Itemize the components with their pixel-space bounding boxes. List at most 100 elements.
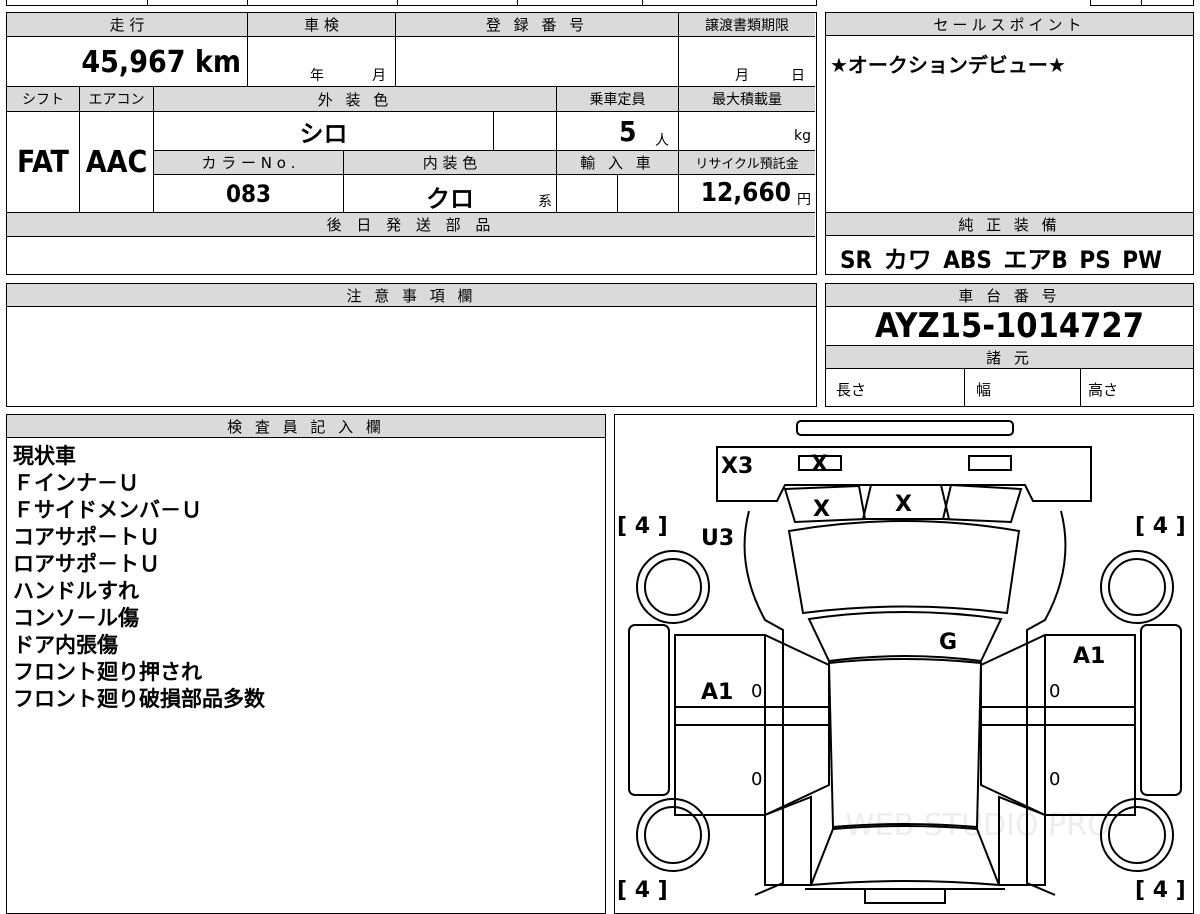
inspector-note: コアサポ－トＵ	[13, 525, 160, 549]
top-strip	[6, 0, 817, 6]
exterior-color-cell: シロ	[154, 112, 494, 151]
import-cell-b	[618, 175, 679, 213]
inspector-note: フロント廻り押され	[13, 660, 202, 684]
body-left	[743, 510, 784, 896]
damage-diagram-box: X3 X X X U3 G A1 A1 0 0 0 0 [ 4 ] [ 4 ] …	[614, 414, 1194, 914]
roof	[827, 658, 983, 829]
tire-rear-left-label: [ 4 ]	[617, 878, 668, 903]
shaken-label: 車 検	[248, 13, 396, 37]
car-diagram: X3 X X X U3 G A1 A1 0 0 0 0 [ 4 ] [ 4 ] …	[617, 420, 1186, 904]
transfer-deadline-cell: 月 日	[679, 37, 815, 87]
shaken-cell: 年 月	[248, 37, 396, 87]
chassis-number: AYZ15-1014727	[875, 306, 1144, 346]
inspector-note: ドア内張傷	[13, 633, 118, 657]
shift-cell: FAT	[7, 112, 80, 213]
mark-x3: X3	[721, 454, 753, 479]
height-label: 高さ	[1088, 381, 1119, 399]
shift-value: FAT	[17, 144, 69, 180]
recycle-cell: 12,660 円	[679, 175, 815, 213]
notes-label: 注 意 事 項 欄	[7, 284, 816, 307]
mark-zero: 0	[751, 681, 762, 702]
chassis-box: 車 台 番 号 AYZ15-1014727 諸 元 長さ 幅 高さ	[825, 283, 1194, 407]
import-cell-a	[557, 175, 618, 213]
registration-label: 登 録 番 号	[396, 13, 679, 37]
transfer-deadline-label: 譲渡書類期限	[679, 13, 815, 37]
roof-strip	[796, 420, 1014, 436]
sales-point-label: セールスポイント	[826, 13, 1193, 36]
mark-zero: 0	[1049, 681, 1060, 702]
ac-label: エアコン	[80, 87, 154, 112]
inspector-note: Ｆインナ－Ｕ	[13, 471, 139, 495]
windshield	[807, 611, 1003, 663]
front-door-right	[980, 634, 1136, 726]
rear-lamp	[864, 888, 946, 904]
tire-rear-right-label: [ 4 ]	[1135, 878, 1186, 903]
inspector-label: 検 査 員 記 入 欄	[7, 415, 605, 438]
mark-u3: U3	[701, 526, 734, 551]
wheel-rear-right	[1100, 798, 1174, 872]
watermark: WEB STUDIO PRO	[845, 808, 1111, 843]
wheel-front-left	[636, 550, 710, 624]
genuine-equipment-label: 純 正 装 備	[826, 213, 1193, 236]
interior-color-unit: 系	[538, 194, 552, 210]
sales-point-box: セールスポイント ★オークションデビュー★	[825, 12, 1194, 213]
capacity-label: 乗車定員	[557, 87, 679, 112]
mark-g: G	[939, 630, 957, 655]
color-no-value: 083	[225, 179, 272, 208]
inspector-notes: 現状車 Ｆインナ－Ｕ Ｆサイドメンバ－Ｕ コアサポ－トＵ ロアサポ－トＵ ハンド…	[13, 443, 265, 713]
length-label: 長さ	[836, 381, 867, 399]
transfer-month-unit: 月	[735, 68, 749, 84]
later-parts-label: 後 日 発 送 部 品	[7, 213, 815, 237]
capacity-cell: 5 人	[557, 112, 679, 151]
side-strip-left	[628, 624, 670, 796]
shaken-year-unit: 年	[310, 68, 324, 84]
width-label: 幅	[976, 381, 992, 399]
headlight-right	[941, 483, 1023, 524]
max-load-unit: kg	[794, 128, 811, 144]
inspector-note: コンソ－ル傷	[13, 606, 139, 630]
max-load-label: 最大積載量	[679, 87, 815, 112]
genuine-equipment-text: SR カワ ABS エアB PS PW	[840, 246, 1162, 274]
transfer-day-unit: 日	[791, 68, 805, 84]
inspector-box: 検 査 員 記 入 欄 現状車 Ｆインナ－Ｕ Ｆサイドメンバ－Ｕ コアサポ－トＵ…	[6, 414, 606, 914]
hood	[787, 520, 1021, 615]
exterior-color-sub-cell	[494, 112, 557, 151]
exterior-color-label: 外 装 色	[154, 87, 557, 112]
shift-label: シフト	[7, 87, 80, 112]
side-strip-right	[1140, 624, 1182, 796]
capacity-value: 5	[619, 115, 637, 148]
wheel-rear-left	[636, 798, 710, 872]
mark-zero: 0	[751, 769, 762, 790]
mileage-value: 45,967	[81, 45, 186, 80]
notes-box: 注 意 事 項 欄	[6, 283, 817, 407]
ac-value: AAC	[85, 144, 148, 180]
import-label: 輸 入 車	[557, 151, 679, 175]
capacity-unit: 人	[655, 133, 669, 149]
registration-cell	[396, 37, 679, 87]
mark-zero: 0	[1049, 769, 1060, 790]
inspector-note: フロント廻り破損部品多数	[13, 687, 265, 711]
spec-label: 諸 元	[826, 345, 1193, 369]
color-no-cell: 083	[154, 175, 344, 213]
mileage-unit: km	[194, 45, 241, 80]
max-load-cell: kg	[679, 112, 815, 151]
mileage-cell: 45,967 km	[7, 37, 248, 87]
mark-x-left: X	[813, 497, 830, 522]
front-door-left	[674, 634, 830, 726]
recycle-unit: 円	[797, 192, 811, 208]
wheel-front-right	[1100, 550, 1174, 624]
inspector-note: ロアサポ－トＵ	[13, 552, 160, 576]
interior-color-value: クロ	[426, 185, 474, 213]
rear-quarter-left	[764, 795, 812, 886]
inspector-note: ハンドルすれ	[13, 579, 139, 603]
sales-point-text: ★オークションデビュー★	[830, 53, 1066, 77]
spec-row: 長さ 幅 高さ	[826, 368, 1193, 406]
mark-a1-right: A1	[1073, 644, 1105, 669]
interior-color-label: 内 装 色	[344, 151, 557, 175]
inspector-note: 現状車	[13, 444, 76, 468]
mark-x-top: X	[811, 452, 828, 477]
ac-cell: AAC	[80, 112, 154, 213]
shaken-month-unit: 月	[372, 68, 386, 84]
mark-a1-left: A1	[701, 680, 733, 705]
genuine-equipment-box: 純 正 装 備 SR カワ ABS エアB PS PW	[825, 212, 1194, 275]
